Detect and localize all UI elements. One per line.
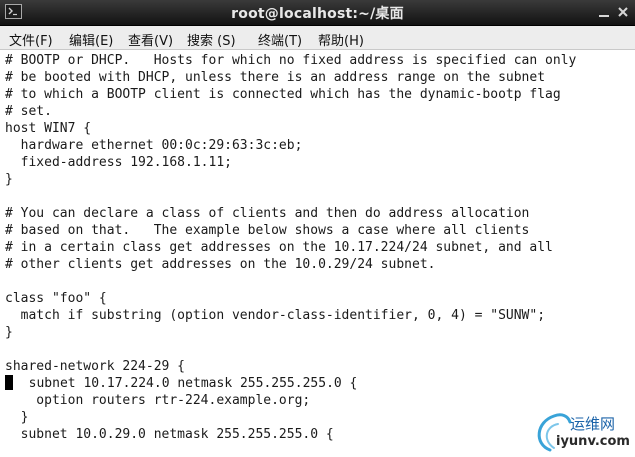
menu-help[interactable]: 帮助(H) bbox=[318, 30, 364, 49]
terminal-line: # set. bbox=[5, 104, 52, 119]
menu-file[interactable]: 文件(F) bbox=[9, 30, 53, 49]
terminal-line: # to which a BOOTP client is connected w… bbox=[5, 87, 561, 102]
minimize-icon bbox=[599, 15, 609, 17]
terminal-line: host WIN7 { bbox=[5, 121, 92, 136]
watermark-site-name: 运维网 bbox=[570, 415, 616, 433]
close-button[interactable] bbox=[615, 4, 631, 20]
terminal-line: # other clients get addresses on the 10.… bbox=[5, 257, 436, 272]
close-icon bbox=[618, 7, 628, 17]
window-title: root@localhost:~/桌面 bbox=[231, 6, 404, 22]
terminal-line: match if substring (option vendor-class-… bbox=[5, 308, 546, 323]
menu-terminal[interactable]: 终端(T) bbox=[258, 30, 302, 49]
title-bar[interactable]: root@localhost:~/桌面 bbox=[0, 0, 635, 26]
terminal-line: # You can declare a class of clients and… bbox=[5, 206, 530, 221]
terminal-line-text: subnet 10.17.224.0 netmask 255.255.255.0… bbox=[13, 376, 358, 391]
text-cursor bbox=[5, 375, 13, 390]
terminal-line: hardware ethernet 00:0c:29:63:3c:eb; bbox=[5, 138, 303, 153]
terminal-line: } bbox=[5, 410, 29, 425]
menu-edit[interactable]: 编辑(E) bbox=[69, 30, 113, 49]
menu-view[interactable]: 查看(V) bbox=[128, 30, 173, 49]
watermark-site-url: iyunv.com bbox=[556, 434, 630, 449]
terminal-line: } bbox=[5, 172, 13, 187]
minimize-button[interactable] bbox=[596, 4, 612, 20]
terminal-line: subnet 10.0.29.0 netmask 255.255.255.0 { bbox=[5, 427, 334, 442]
terminal-line: # be booted with DHCP, unless there is a… bbox=[5, 70, 546, 85]
terminal-line: fixed-address 192.168.1.11; bbox=[5, 155, 232, 170]
terminal-line: option routers rtr-224.example.org; bbox=[5, 393, 311, 408]
terminal-output[interactable]: # BOOTP or DHCP. Hosts for which no fixe… bbox=[0, 50, 635, 457]
terminal-line-cursor-row: subnet 10.17.224.0 netmask 255.255.255.0… bbox=[5, 375, 357, 392]
terminal-line: } bbox=[5, 325, 13, 340]
site-watermark: 运维网 iyunv.com bbox=[528, 404, 635, 457]
terminal-line: # BOOTP or DHCP. Hosts for which no fixe… bbox=[5, 53, 577, 68]
terminal-window: root@localhost:~/桌面 文件(F) 编辑(E) 查看(V) 搜索… bbox=[0, 0, 635, 457]
terminal-line: class "foo" { bbox=[5, 291, 107, 306]
terminal-line: # in a certain class get addresses on th… bbox=[5, 240, 553, 255]
terminal-line: # based on that. The example below shows… bbox=[5, 223, 530, 238]
terminal-line: shared-network 224-29 { bbox=[5, 359, 186, 374]
menu-bar: 文件(F) 编辑(E) 查看(V) 搜索 (S) 终端(T) 帮助(H) bbox=[0, 26, 635, 50]
menu-search[interactable]: 搜索 (S) bbox=[187, 30, 236, 49]
